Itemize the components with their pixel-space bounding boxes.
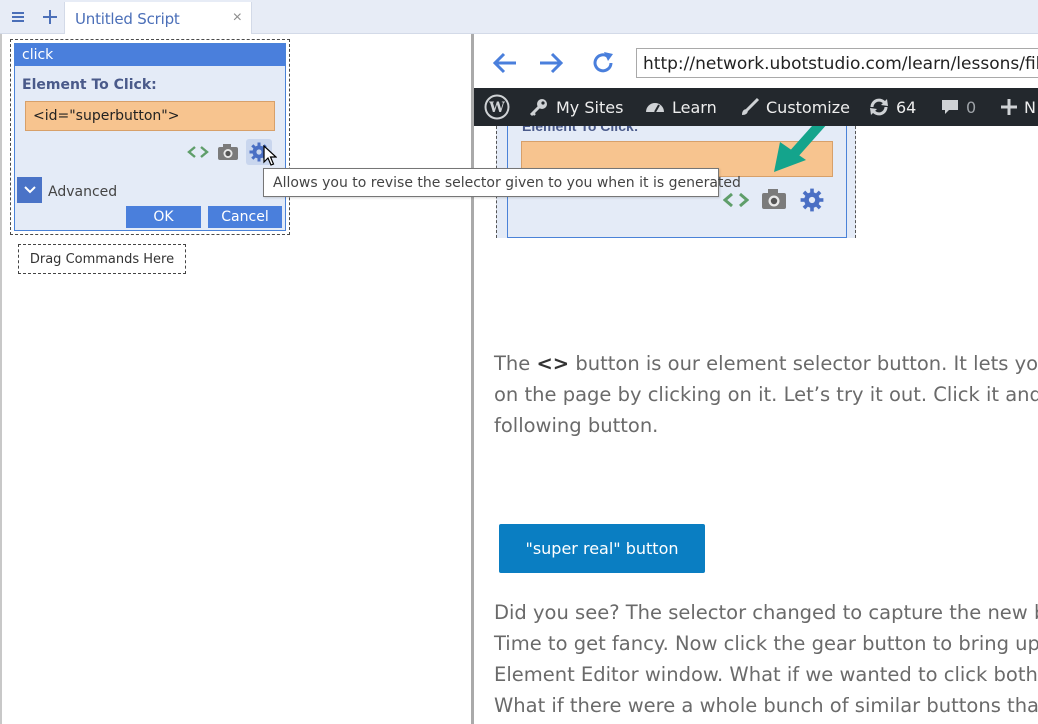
gear-tooltip: Allows you to revise the selector given … xyxy=(263,168,741,197)
element-to-click-input[interactable]: <id="superbutton"> xyxy=(25,101,275,131)
paragraph-text: button is our element selector button. I… xyxy=(569,352,1038,375)
dashboard-icon xyxy=(646,103,664,113)
sync-icon xyxy=(870,98,888,116)
comment-icon xyxy=(942,100,958,114)
url-input[interactable]: http://network.ubotstudio.com/learn/less… xyxy=(636,48,1038,78)
lesson-screenshot-label: Element To Click: xyxy=(522,126,639,134)
chevron-down-icon xyxy=(23,186,36,194)
arrow-right-icon xyxy=(540,52,564,74)
command-header[interactable]: click xyxy=(15,44,285,66)
screenshot-button[interactable] xyxy=(215,139,241,165)
camera-icon xyxy=(762,189,786,209)
arrow-left-icon xyxy=(492,52,516,74)
lesson-paragraph-1: The <> button is our element selector bu… xyxy=(494,348,1038,441)
paragraph-line: Did you see? The selector changed to cap… xyxy=(494,601,1038,624)
drag-commands-zone[interactable]: Drag Commands Here xyxy=(18,244,186,274)
brush-icon xyxy=(742,97,760,115)
wp-admin-bar: W My Sites Learn Customize 64 0 N xyxy=(474,88,1038,126)
hamburger-icon xyxy=(12,12,24,22)
paragraph-line: What if there were a whole bunch of simi… xyxy=(494,694,1038,717)
advanced-label[interactable]: Advanced xyxy=(48,184,117,200)
wp-learn-label: Learn xyxy=(672,97,717,117)
key-icon xyxy=(529,99,547,117)
wp-my-sites-label: My Sites xyxy=(556,97,624,117)
paragraph-line: Time to get fancy. Now click the gear bu… xyxy=(494,632,1038,655)
script-pane: click Element To Click: <id="superbutton… xyxy=(0,34,472,724)
wordpress-icon: W xyxy=(484,94,510,120)
code-brackets-icon xyxy=(187,146,209,158)
plus-icon xyxy=(1001,99,1017,115)
element-to-click-label: Element To Click: xyxy=(22,77,157,93)
wp-customize-label: Customize xyxy=(766,97,850,117)
wp-new[interactable]: N xyxy=(1000,88,1036,126)
gear-icon xyxy=(800,188,824,212)
lesson-paragraph-2: Did you see? The selector changed to cap… xyxy=(494,597,1038,721)
element-selector-button[interactable] xyxy=(185,139,211,165)
ok-button[interactable]: OK xyxy=(126,206,201,228)
paragraph-line: Element Editor window. What if we wanted… xyxy=(494,663,1038,686)
tab-bar: Untitled Script × xyxy=(0,0,1038,34)
wp-comments-count: 0 xyxy=(966,97,977,117)
mouse-cursor-icon xyxy=(263,145,277,166)
back-button[interactable] xyxy=(490,48,520,78)
refresh-icon xyxy=(593,52,613,73)
paragraph-line: on the page by clicking on it. Let’s try… xyxy=(494,383,1038,406)
forward-button[interactable] xyxy=(536,48,566,78)
tab-title: Untitled Script xyxy=(75,10,180,28)
code-brackets-icon xyxy=(723,192,749,208)
refresh-button[interactable] xyxy=(588,48,618,78)
close-icon[interactable]: × xyxy=(233,9,242,27)
wp-my-sites[interactable]: My Sites xyxy=(528,88,623,126)
svg-text:W: W xyxy=(488,100,505,116)
wp-logo-button[interactable]: W xyxy=(484,88,516,126)
menu-button[interactable] xyxy=(2,0,34,34)
wp-comments[interactable]: 0 xyxy=(940,88,976,126)
wp-updates[interactable]: 64 xyxy=(868,88,916,126)
arrow-pointer-icon xyxy=(774,126,826,172)
wp-new-label: N xyxy=(1024,97,1036,117)
cancel-button[interactable]: Cancel xyxy=(208,206,282,228)
browser-pane: http://network.ubotstudio.com/learn/less… xyxy=(474,34,1038,724)
wp-learn[interactable]: Learn xyxy=(644,88,717,126)
paragraph-line: following button. xyxy=(494,414,659,437)
selector-symbol: <> xyxy=(536,352,570,375)
advanced-toggle[interactable] xyxy=(17,177,42,203)
camera-icon xyxy=(218,144,238,160)
command-block[interactable]: click Element To Click: <id="superbutton… xyxy=(10,39,290,235)
tab-untitled-script[interactable]: Untitled Script × xyxy=(64,2,252,34)
new-tab-button[interactable] xyxy=(34,0,66,34)
click-command-panel: click Element To Click: <id="superbutton… xyxy=(14,43,286,231)
plus-icon xyxy=(43,10,57,24)
super-real-button[interactable]: "super real" button xyxy=(499,524,705,573)
wp-customize[interactable]: Customize xyxy=(740,88,850,126)
paragraph-line: The <> button is our element selector bu… xyxy=(494,348,1038,379)
wp-updates-count: 64 xyxy=(896,97,917,117)
paragraph-text: The xyxy=(494,352,537,375)
